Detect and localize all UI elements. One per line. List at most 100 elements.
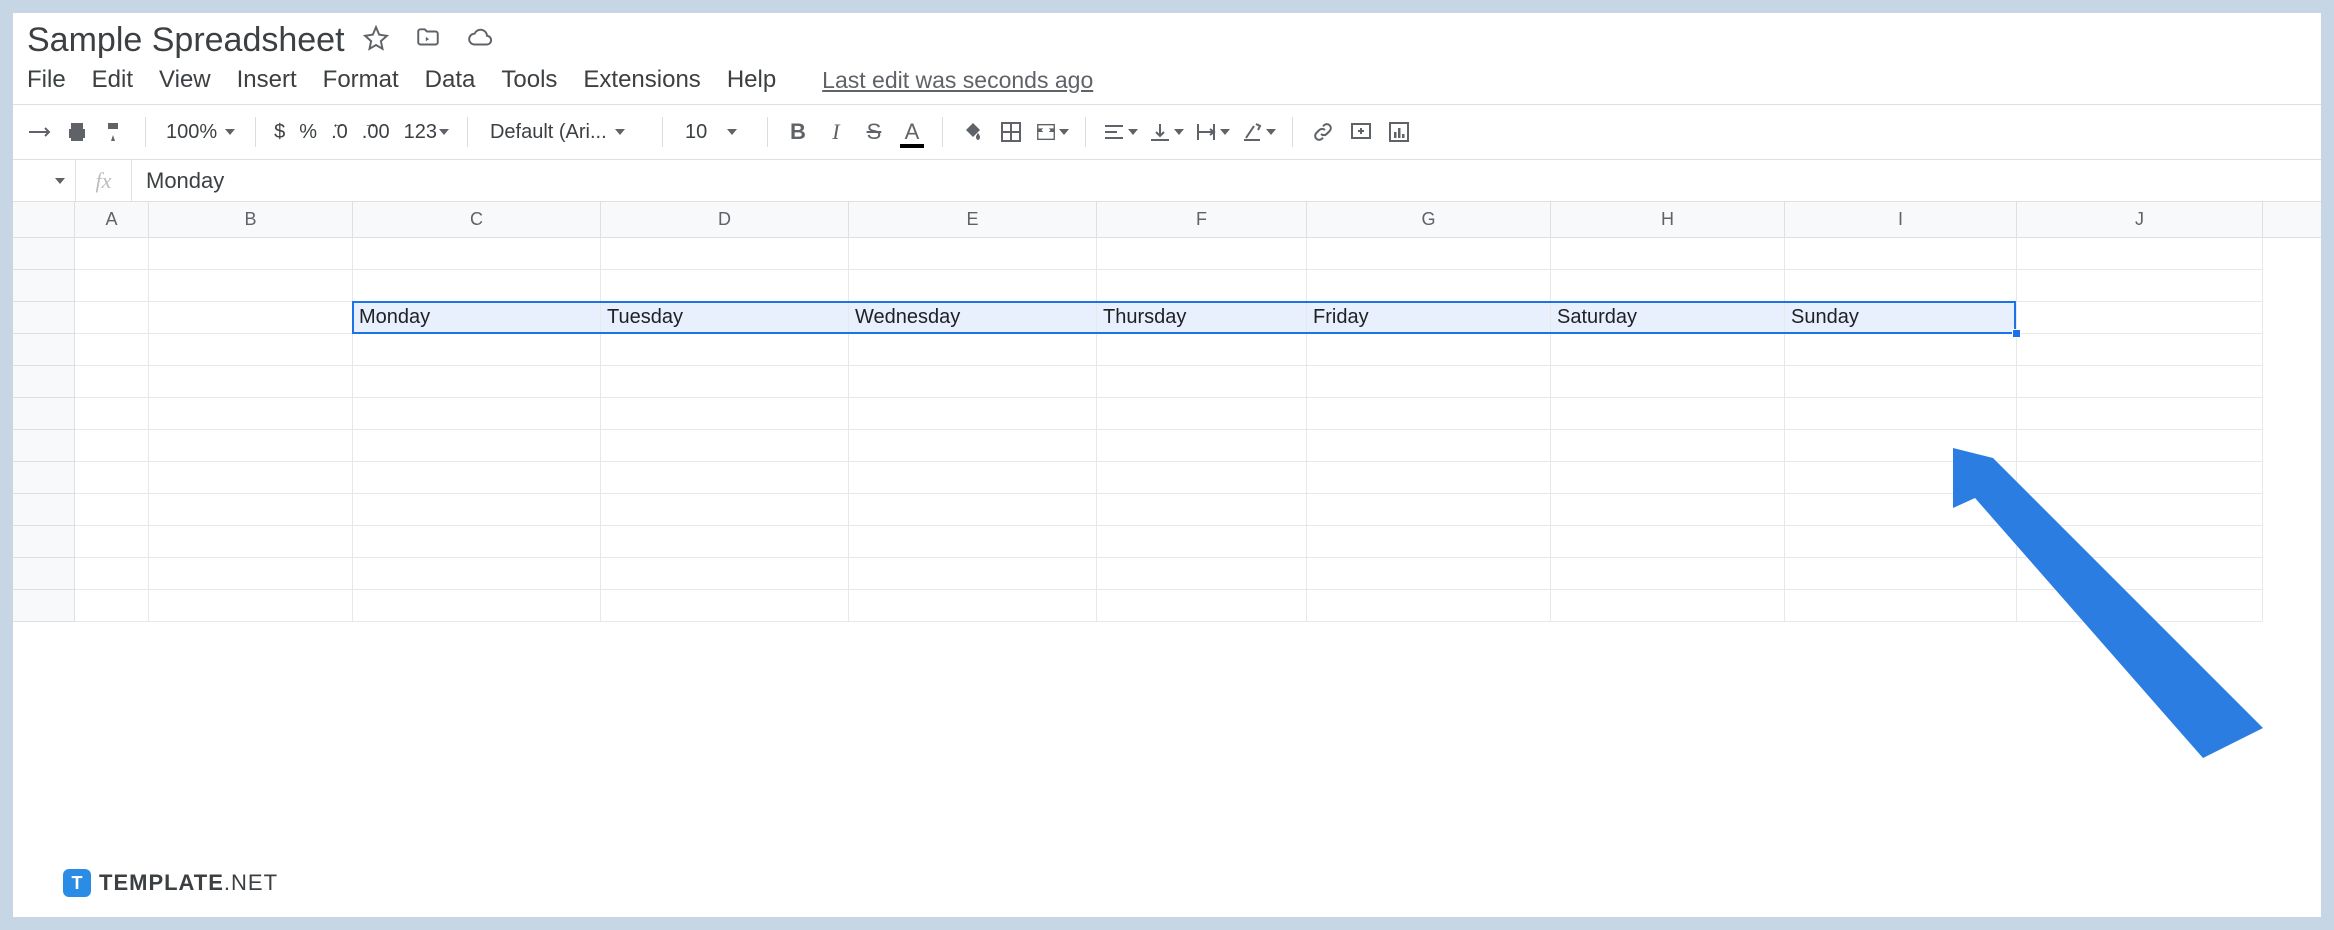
- cell-H10[interactable]: [1551, 526, 1785, 558]
- column-header-F[interactable]: F: [1097, 202, 1307, 237]
- cell-F9[interactable]: [1097, 494, 1307, 526]
- star-icon[interactable]: [363, 25, 389, 56]
- horizontal-align-button[interactable]: [1098, 114, 1142, 150]
- cell-C8[interactable]: [353, 462, 601, 494]
- cell-H6[interactable]: [1551, 398, 1785, 430]
- cell-C1[interactable]: [353, 238, 601, 270]
- cell-C6[interactable]: [353, 398, 601, 430]
- cell-B5[interactable]: [149, 366, 353, 398]
- row-header-2[interactable]: [13, 270, 75, 302]
- cloud-status-icon[interactable]: [467, 25, 493, 56]
- cell-F5[interactable]: [1097, 366, 1307, 398]
- cell-G6[interactable]: [1307, 398, 1551, 430]
- cell-F12[interactable]: [1097, 590, 1307, 622]
- font-family-select[interactable]: Default (Ari...: [480, 121, 650, 144]
- column-header-E[interactable]: E: [849, 202, 1097, 237]
- cell-D2[interactable]: [601, 270, 849, 302]
- row-header-11[interactable]: [13, 558, 75, 590]
- cell-A11[interactable]: [75, 558, 149, 590]
- cell-G3[interactable]: Friday: [1307, 302, 1551, 334]
- cell-C2[interactable]: [353, 270, 601, 302]
- paint-format-icon[interactable]: [97, 114, 133, 150]
- cell-G10[interactable]: [1307, 526, 1551, 558]
- cell-F1[interactable]: [1097, 238, 1307, 270]
- cell-G7[interactable]: [1307, 430, 1551, 462]
- cell-F4[interactable]: [1097, 334, 1307, 366]
- insert-comment-button[interactable]: [1343, 114, 1379, 150]
- menu-view[interactable]: View: [159, 66, 211, 94]
- row-header-1[interactable]: [13, 238, 75, 270]
- cell-E10[interactable]: [849, 526, 1097, 558]
- menu-file[interactable]: File: [27, 66, 66, 94]
- redo-icon[interactable]: [21, 114, 57, 150]
- column-header-D[interactable]: D: [601, 202, 849, 237]
- cell-D5[interactable]: [601, 366, 849, 398]
- cell-A8[interactable]: [75, 462, 149, 494]
- cell-B10[interactable]: [149, 526, 353, 558]
- cell-B7[interactable]: [149, 430, 353, 462]
- bold-button[interactable]: B: [780, 114, 816, 150]
- cell-B2[interactable]: [149, 270, 353, 302]
- number-format-select[interactable]: 123: [398, 121, 455, 144]
- cell-D11[interactable]: [601, 558, 849, 590]
- cell-D6[interactable]: [601, 398, 849, 430]
- column-header-J[interactable]: J: [2017, 202, 2263, 237]
- cell-E1[interactable]: [849, 238, 1097, 270]
- menu-edit[interactable]: Edit: [92, 66, 133, 94]
- cell-G8[interactable]: [1307, 462, 1551, 494]
- cell-E6[interactable]: [849, 398, 1097, 430]
- row-header-4[interactable]: [13, 334, 75, 366]
- cell-J12[interactable]: [2017, 590, 2263, 622]
- cell-E9[interactable]: [849, 494, 1097, 526]
- cell-I11[interactable]: [1785, 558, 2017, 590]
- cell-D8[interactable]: [601, 462, 849, 494]
- cell-J5[interactable]: [2017, 366, 2263, 398]
- last-edit-link[interactable]: Last edit was seconds ago: [822, 67, 1093, 94]
- cell-C10[interactable]: [353, 526, 601, 558]
- percent-format-button[interactable]: %: [293, 121, 323, 144]
- cell-C12[interactable]: [353, 590, 601, 622]
- cell-D1[interactable]: [601, 238, 849, 270]
- cell-I7[interactable]: [1785, 430, 2017, 462]
- cell-D12[interactable]: [601, 590, 849, 622]
- column-header-C[interactable]: C: [353, 202, 601, 237]
- cell-D7[interactable]: [601, 430, 849, 462]
- insert-link-button[interactable]: [1305, 114, 1341, 150]
- cell-H11[interactable]: [1551, 558, 1785, 590]
- cell-J7[interactable]: [2017, 430, 2263, 462]
- cell-I2[interactable]: [1785, 270, 2017, 302]
- vertical-align-button[interactable]: [1144, 114, 1188, 150]
- currency-format-button[interactable]: $: [268, 121, 291, 144]
- cell-G4[interactable]: [1307, 334, 1551, 366]
- merge-cells-button[interactable]: [1031, 114, 1073, 150]
- row-header-8[interactable]: [13, 462, 75, 494]
- row-header-5[interactable]: [13, 366, 75, 398]
- cell-I5[interactable]: [1785, 366, 2017, 398]
- column-header-B[interactable]: B: [149, 202, 353, 237]
- text-rotation-button[interactable]: [1236, 114, 1280, 150]
- column-header-H[interactable]: H: [1551, 202, 1785, 237]
- cell-A2[interactable]: [75, 270, 149, 302]
- font-size-select[interactable]: 10: [675, 121, 755, 144]
- cell-G11[interactable]: [1307, 558, 1551, 590]
- cell-H2[interactable]: [1551, 270, 1785, 302]
- row-header-3[interactable]: [13, 302, 75, 334]
- cell-B3[interactable]: [149, 302, 353, 334]
- print-icon[interactable]: [59, 114, 95, 150]
- strikethrough-button[interactable]: S: [856, 114, 892, 150]
- fill-color-button[interactable]: [955, 114, 991, 150]
- cell-A10[interactable]: [75, 526, 149, 558]
- menu-help[interactable]: Help: [727, 66, 776, 94]
- column-header-I[interactable]: I: [1785, 202, 2017, 237]
- cell-C4[interactable]: [353, 334, 601, 366]
- cell-F8[interactable]: [1097, 462, 1307, 494]
- cell-J4[interactable]: [2017, 334, 2263, 366]
- cell-C3[interactable]: Monday: [353, 302, 601, 334]
- column-header-A[interactable]: A: [75, 202, 149, 237]
- cell-E5[interactable]: [849, 366, 1097, 398]
- cell-J2[interactable]: [2017, 270, 2263, 302]
- cell-A3[interactable]: [75, 302, 149, 334]
- cell-E4[interactable]: [849, 334, 1097, 366]
- cell-D3[interactable]: Tuesday: [601, 302, 849, 334]
- cell-G2[interactable]: [1307, 270, 1551, 302]
